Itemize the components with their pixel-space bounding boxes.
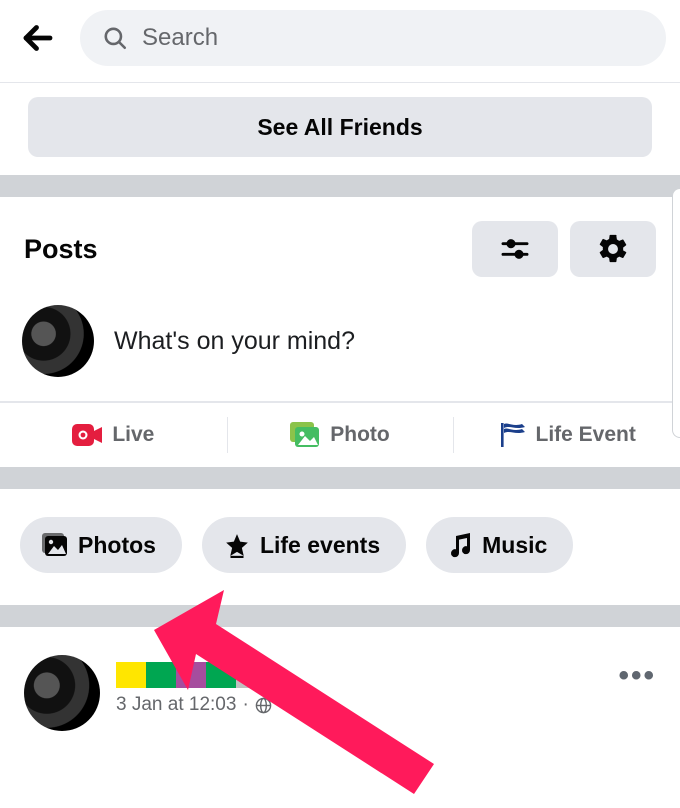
photo-label: Photo — [330, 423, 389, 447]
back-button[interactable] — [14, 14, 62, 62]
life-event-label: Life Event — [536, 423, 636, 447]
globe-icon — [255, 697, 272, 714]
post-item: 3 Jan at 12:03 · ••• — [0, 627, 680, 731]
scroll-indicator[interactable] — [672, 188, 680, 438]
live-video-icon — [72, 424, 102, 446]
back-arrow-icon — [20, 20, 56, 56]
star-icon — [224, 532, 250, 558]
photos-pill[interactable]: Photos — [20, 517, 182, 573]
posts-section: Posts What's on your mind? — [0, 197, 680, 467]
filters-button[interactable] — [472, 221, 558, 277]
live-button[interactable]: Live — [0, 403, 227, 467]
section-divider — [0, 175, 680, 197]
photos-pill-label: Photos — [78, 532, 156, 559]
sliders-icon — [499, 233, 531, 265]
search-input[interactable] — [142, 24, 644, 52]
photo-icon — [290, 422, 320, 448]
post-avatar[interactable] — [24, 655, 100, 731]
search-icon — [102, 25, 128, 51]
dot-separator: · — [242, 694, 248, 716]
composer-prompt[interactable]: What's on your mind? — [114, 327, 355, 356]
life-event-button[interactable]: Life Event — [453, 403, 680, 467]
life-events-pill[interactable]: Life events — [202, 517, 406, 573]
post-timestamp-row: 3 Jan at 12:03 · — [116, 694, 602, 716]
section-divider — [0, 605, 680, 627]
posts-header: Posts — [0, 197, 680, 289]
music-icon — [448, 532, 472, 558]
composer-actions: Live Photo Life Event — [0, 402, 680, 467]
life-events-pill-label: Life events — [260, 532, 380, 559]
post-more-button[interactable]: ••• — [618, 659, 656, 693]
posts-title: Posts — [24, 234, 460, 265]
settings-button[interactable] — [570, 221, 656, 277]
profile-pills: Photos Life events Music — [0, 489, 680, 605]
photo-button[interactable]: Photo — [227, 403, 454, 467]
search-field[interactable] — [80, 10, 666, 66]
post-meta: 3 Jan at 12:03 · — [116, 662, 602, 716]
live-label: Live — [112, 423, 154, 447]
composer[interactable]: What's on your mind? — [0, 289, 680, 401]
photos-icon — [42, 533, 68, 557]
see-all-friends-button[interactable]: See All Friends — [28, 97, 652, 157]
music-pill-label: Music — [482, 532, 547, 559]
section-divider — [0, 467, 680, 489]
post-author-redacted[interactable] — [116, 662, 266, 688]
post-timestamp: 3 Jan at 12:03 — [116, 694, 236, 716]
music-pill[interactable]: Music — [426, 517, 573, 573]
gear-icon — [596, 232, 630, 266]
friends-section: See All Friends — [0, 83, 680, 175]
flag-icon — [498, 421, 526, 449]
avatar[interactable] — [22, 305, 94, 377]
top-bar — [0, 0, 680, 82]
